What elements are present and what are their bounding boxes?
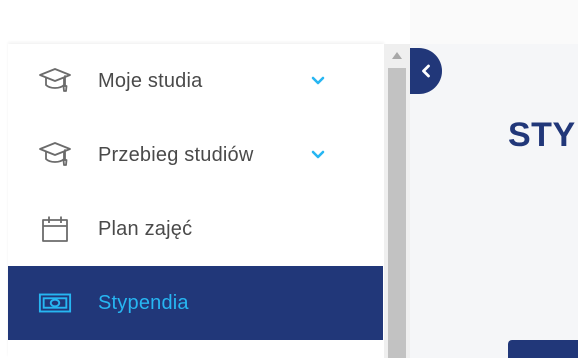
sidebar-item-przebieg-studiow[interactable]: Przebieg studiów: [8, 118, 383, 192]
graduation-cap-icon: [38, 138, 72, 172]
chevron-down-icon[interactable]: [310, 73, 326, 89]
top-bar-right: [410, 0, 578, 44]
money-icon: [38, 286, 72, 320]
scroll-up-arrow-icon[interactable]: [384, 44, 410, 66]
sidebar-item-plan-zajec[interactable]: Plan zajęć: [8, 192, 383, 266]
page-title: STY: [508, 116, 576, 154]
sidebar-item-label: Moje studia: [98, 69, 203, 92]
action-button[interactable]: [508, 340, 578, 358]
chevron-left-icon: [421, 64, 431, 78]
sidebar-item-moje-studia[interactable]: Moje studia: [8, 44, 383, 118]
sidebar-item-label: Przebieg studiów: [98, 143, 254, 166]
sidebar-item-stypendia[interactable]: Stypendia: [8, 266, 383, 340]
sidebar-item-label: Stypendia: [98, 291, 189, 314]
scrollbar-thumb[interactable]: [388, 68, 406, 358]
sidebar-menu: Moje studia Przebieg studiów Plan zajęć …: [8, 44, 384, 358]
sidebar-scrollbar[interactable]: [384, 44, 410, 358]
main-content: [410, 44, 578, 358]
sidebar-item-label: Plan zajęć: [98, 217, 193, 240]
calendar-icon: [38, 212, 72, 246]
chevron-down-icon[interactable]: [310, 147, 326, 163]
top-bar: [0, 0, 410, 44]
graduation-cap-icon: [38, 64, 72, 98]
